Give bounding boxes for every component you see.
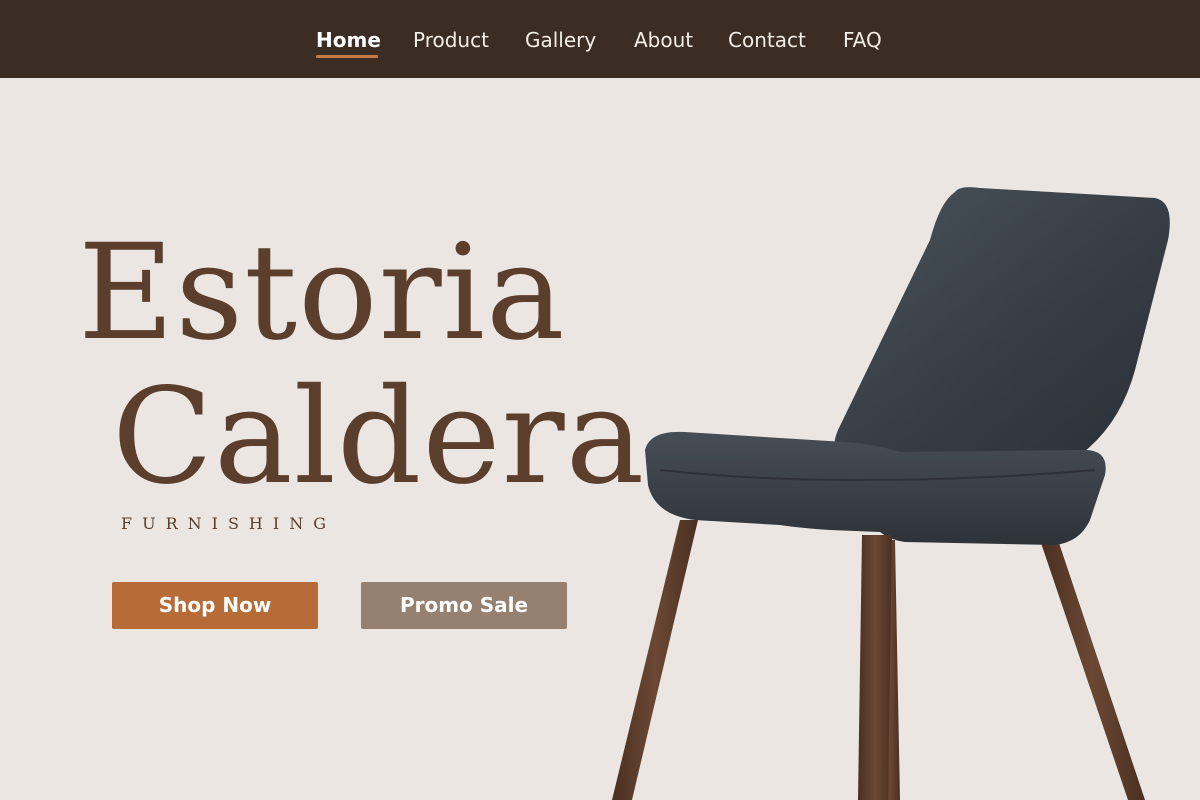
shop-now-button[interactable]: Shop Now (112, 582, 318, 629)
top-nav: Home Product Gallery About Contact FAQ (0, 0, 1200, 78)
promo-sale-button[interactable]: Promo Sale (361, 582, 567, 629)
nav-home[interactable]: Home (316, 26, 381, 54)
nav-active-underline (316, 55, 378, 58)
nav-faq[interactable]: FAQ (843, 26, 882, 54)
nav-contact[interactable]: Contact (728, 26, 806, 54)
brand-name-line-2: Caldera (112, 360, 646, 514)
chair-leg-front-right (858, 535, 892, 800)
nav-about[interactable]: About (634, 26, 693, 54)
chair-leg-rear-right (1040, 540, 1145, 800)
chair-product-image (612, 187, 1170, 800)
chair-leg-front-left (612, 520, 698, 800)
brand-name-line-1: Estoria (78, 216, 566, 370)
chair-backrest (834, 187, 1170, 462)
nav-product[interactable]: Product (413, 26, 489, 54)
nav-gallery[interactable]: Gallery (525, 26, 596, 54)
brand-tagline: FURNISHING (121, 514, 336, 533)
